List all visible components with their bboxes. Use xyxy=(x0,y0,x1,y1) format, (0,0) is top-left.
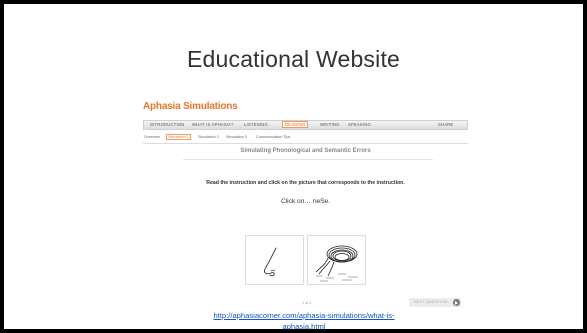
website-screenshot: Aphasia Simulations INTRODUCTION WHAT IS… xyxy=(143,96,468,308)
slide: Educational Website Aphasia Simulations … xyxy=(4,4,583,329)
subnav-simulation-3[interactable]: Simulation 3 xyxy=(226,135,247,139)
rope-icon xyxy=(315,245,358,282)
picture-option-rope[interactable] xyxy=(307,235,366,285)
nav-share[interactable]: SHARE xyxy=(438,122,453,127)
arrow-right-icon xyxy=(453,299,460,306)
picture-option-nose[interactable] xyxy=(245,235,304,285)
next-question-label: NEXT QUESTION xyxy=(414,300,448,304)
nav-speaking[interactable]: SPEAKING xyxy=(348,122,371,127)
prompt-text: Click on… neSe. xyxy=(280,198,331,205)
nav-introduction[interactable]: INTRODUCTION xyxy=(150,122,185,127)
divider xyxy=(143,143,468,144)
simulation-heading: Simulating Phonological and Semantic Err… xyxy=(240,148,371,154)
source-link[interactable]: http://aphasiacorner.com/aphasia-simulat… xyxy=(154,310,454,329)
subnav-overview[interactable]: Overview xyxy=(144,135,160,139)
subnav-simulation-1[interactable]: Simulation 1 xyxy=(166,134,191,140)
nose-icon xyxy=(264,247,277,277)
nav-reading[interactable]: READING xyxy=(282,121,309,128)
slide-title: Educational Website xyxy=(186,46,401,72)
nav-what-is-aphasia[interactable]: WHAT IS APHASIA? xyxy=(192,122,234,127)
site-brand[interactable]: Aphasia Simulations xyxy=(143,101,238,112)
source-link-line-1[interactable]: http://aphasiacorner.com/aphasia-simulat… xyxy=(154,310,454,321)
sub-nav: Overview Simulation 1 Simulation 2 Simul… xyxy=(143,134,468,143)
divider xyxy=(183,159,433,160)
subnav-communication-tips[interactable]: Communication Tips xyxy=(256,135,290,139)
nav-listening[interactable]: LISTENING xyxy=(244,122,268,127)
instruction-text: Read the instruction and click on the pi… xyxy=(206,180,405,186)
next-question-button[interactable]: NEXT QUESTION xyxy=(409,298,461,307)
main-nav: INTRODUCTION WHAT IS APHASIA? LISTENING … xyxy=(143,120,468,130)
subnav-simulation-2[interactable]: Simulation 2 xyxy=(198,135,219,139)
nav-writing[interactable]: WRITING xyxy=(320,122,340,127)
pager: 1 of 3 xyxy=(302,301,311,305)
source-link-line-2[interactable]: aphasia.html xyxy=(154,321,454,329)
